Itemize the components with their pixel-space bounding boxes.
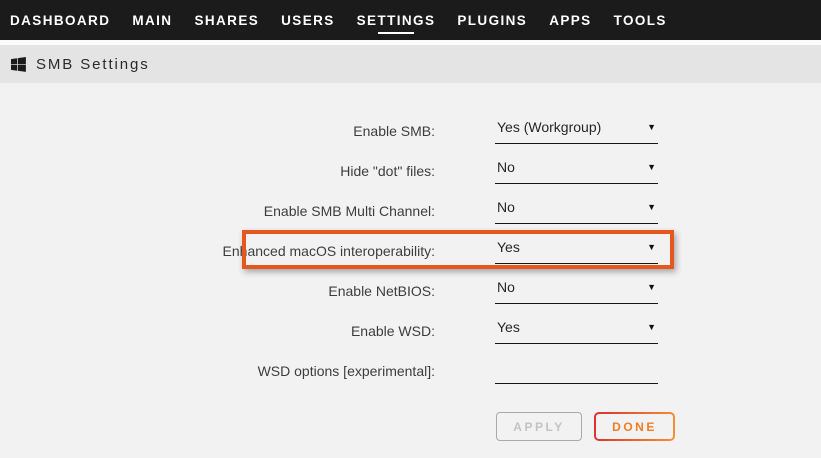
nav-item-apps[interactable]: APPS: [549, 0, 591, 40]
field-label: Enable WSD:: [0, 311, 435, 351]
smb-settings-form: Enable SMB: Yes (Workgroup) ▼ Hide "dot"…: [0, 83, 821, 391]
chevron-down-icon: ▼: [647, 243, 656, 252]
field-label: WSD options [experimental]:: [0, 351, 435, 391]
select-value: Yes: [495, 319, 520, 335]
nav-item-settings[interactable]: SETTINGS: [357, 0, 436, 40]
hide-dot-files-select[interactable]: No ▼: [495, 151, 658, 184]
select-value: No: [495, 159, 515, 175]
enable-wsd-select[interactable]: Yes ▼: [495, 311, 658, 344]
wsd-options-input[interactable]: [495, 351, 658, 383]
field-label: Enable SMB Multi Channel:: [0, 191, 435, 231]
enable-smb-select[interactable]: Yes (Workgroup) ▼: [495, 111, 658, 144]
done-button[interactable]: DONE: [594, 412, 675, 441]
chevron-down-icon: ▼: [647, 323, 656, 332]
chevron-down-icon: ▼: [647, 283, 656, 292]
smb-settings-page: DASHBOARD MAIN SHARES USERS SETTINGS PLU…: [0, 0, 821, 458]
chevron-down-icon: ▼: [647, 203, 656, 212]
form-row-enable-netbios: Enable NetBIOS: No ▼: [0, 271, 821, 311]
apply-button[interactable]: APPLY: [496, 412, 582, 441]
field-label: Enable NetBIOS:: [0, 271, 435, 311]
chevron-down-icon: ▼: [647, 163, 656, 172]
top-nav: DASHBOARD MAIN SHARES USERS SETTINGS PLU…: [0, 0, 821, 40]
select-value: No: [495, 199, 515, 215]
form-row-enable-smb: Enable SMB: Yes (Workgroup) ▼: [0, 111, 821, 151]
nav-item-tools[interactable]: TOOLS: [614, 0, 667, 40]
nav-item-dashboard[interactable]: DASHBOARD: [10, 0, 110, 40]
macos-interoperability-select[interactable]: Yes ▼: [495, 231, 658, 264]
field-label: Enhanced macOS interoperability:: [0, 231, 435, 271]
wsd-options-field-wrap: [495, 351, 658, 384]
enable-netbios-select[interactable]: No ▼: [495, 271, 658, 304]
form-row-wsd-options: WSD options [experimental]:: [0, 351, 821, 391]
select-value: Yes: [495, 239, 520, 255]
field-label: Hide "dot" files:: [0, 151, 435, 191]
form-action-buttons: APPLY DONE: [496, 412, 675, 441]
field-label: Enable SMB:: [0, 111, 435, 151]
nav-item-shares[interactable]: SHARES: [194, 0, 259, 40]
nav-item-main[interactable]: MAIN: [132, 0, 172, 40]
nav-item-plugins[interactable]: PLUGINS: [457, 0, 527, 40]
windows-logo-icon: [11, 57, 26, 72]
select-value: No: [495, 279, 515, 295]
done-button-label: DONE: [596, 414, 673, 439]
page-title: SMB Settings: [36, 56, 150, 73]
form-row-hide-dot-files: Hide "dot" files: No ▼: [0, 151, 821, 191]
select-value: Yes (Workgroup): [495, 119, 601, 135]
smb-multi-channel-select[interactable]: No ▼: [495, 191, 658, 224]
form-row-smb-multi-channel: Enable SMB Multi Channel: No ▼: [0, 191, 821, 231]
chevron-down-icon: ▼: [647, 123, 656, 132]
settings-form-area: Enable SMB: Yes (Workgroup) ▼ Hide "dot"…: [0, 83, 821, 458]
form-row-enable-wsd: Enable WSD: Yes ▼: [0, 311, 821, 351]
page-header: SMB Settings: [0, 45, 821, 83]
nav-item-users[interactable]: USERS: [281, 0, 335, 40]
form-row-macos-interoperability: Enhanced macOS interoperability: Yes ▼: [0, 231, 821, 271]
